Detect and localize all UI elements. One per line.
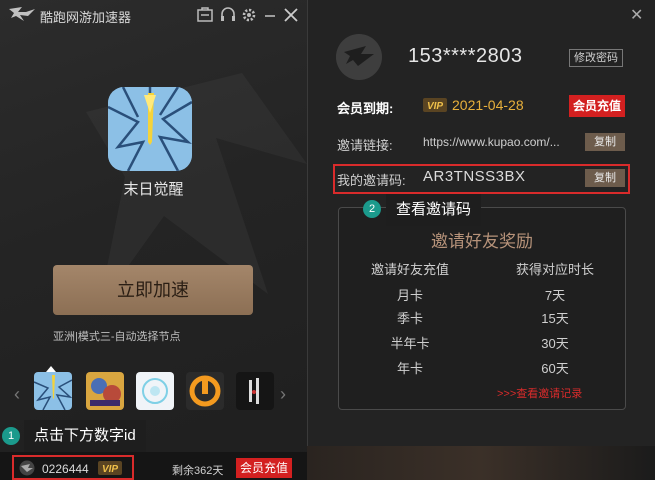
reward-cell: 15天 bbox=[541, 311, 569, 326]
game-icon[interactable] bbox=[108, 87, 192, 171]
gear-icon[interactable] bbox=[240, 6, 258, 24]
reward-cell: 30天 bbox=[541, 336, 569, 351]
minimize-icon[interactable] bbox=[261, 6, 279, 24]
game-thumb-4[interactable] bbox=[186, 372, 224, 410]
reward-header-duration: 获得对应时长 bbox=[515, 262, 594, 277]
game-carousel: ‹ › bbox=[14, 372, 299, 414]
avatar bbox=[336, 34, 382, 80]
background-strip bbox=[307, 446, 655, 480]
game-thumb-1[interactable] bbox=[34, 372, 72, 410]
close-icon[interactable]: ✕ bbox=[630, 5, 643, 25]
svg-text:VIP: VIP bbox=[427, 101, 443, 112]
game-thumb-3[interactable] bbox=[136, 372, 174, 410]
tip-1-number: 1 bbox=[2, 427, 20, 445]
game-thumb-2[interactable] bbox=[86, 372, 124, 410]
reward-cell: 月卡 bbox=[396, 288, 423, 303]
game-name: 末日觉醒 bbox=[123, 181, 184, 198]
copy-link-button[interactable]: 复制 bbox=[585, 133, 625, 151]
tip-1-text: 点击下方数字id bbox=[24, 420, 146, 452]
remaining-days: 剩余362天 bbox=[172, 465, 224, 477]
reward-cell: 半年卡 bbox=[390, 336, 430, 351]
accelerate-button[interactable]: 立即加速 bbox=[53, 265, 253, 315]
reward-cell: 季卡 bbox=[396, 311, 423, 326]
user-avatar-icon bbox=[19, 460, 35, 476]
tip-2-text: 查看邀请码 bbox=[386, 194, 482, 226]
reward-cell: 60天 bbox=[541, 361, 569, 376]
invite-link-label: 邀请链接: bbox=[337, 138, 393, 153]
reward-cell: 年卡 bbox=[396, 361, 423, 376]
expire-date: 2021-04-28 bbox=[452, 97, 524, 113]
user-id[interactable]: 0226444 bbox=[42, 462, 89, 476]
reward-header-recharge: 邀请好友充值 bbox=[370, 262, 449, 277]
expire-label: 会员到期: bbox=[337, 101, 394, 116]
tip-2-number: 2 bbox=[363, 200, 381, 218]
node-selector[interactable]: 亚洲|模式三-自动选择节点 bbox=[53, 328, 181, 344]
vip-badge-icon: VIP bbox=[423, 98, 447, 112]
logo-icon bbox=[9, 7, 35, 21]
chevron-left-icon[interactable]: ‹ bbox=[14, 384, 20, 405]
headset-icon[interactable] bbox=[219, 6, 237, 24]
recharge-button[interactable]: 会员充值 bbox=[569, 95, 625, 117]
recharge-button[interactable]: 会员充值 bbox=[236, 458, 292, 478]
change-password-button[interactable]: 修改密码 bbox=[569, 49, 623, 67]
vip-badge-icon: VIP bbox=[98, 461, 122, 475]
svg-text:VIP: VIP bbox=[102, 464, 118, 475]
message-icon[interactable] bbox=[196, 6, 214, 24]
close-icon[interactable] bbox=[282, 6, 300, 24]
user-phone: 153****2803 bbox=[408, 45, 523, 67]
title-bar[interactable]: 酷跑网游加速器 bbox=[0, 0, 307, 32]
invite-code-label: 我的邀请码: bbox=[337, 173, 406, 188]
invite-code: AR3TNSS3BX bbox=[423, 168, 526, 185]
invite-link: https://www.kupao.com/... bbox=[423, 135, 560, 149]
app-title: 酷跑网游加速器 bbox=[40, 10, 132, 25]
reward-title: 邀请好友奖励 bbox=[431, 232, 533, 251]
invite-record-link[interactable]: >>>查看邀请记录 bbox=[497, 385, 582, 401]
game-thumb-5[interactable] bbox=[236, 372, 274, 410]
copy-code-button[interactable]: 复制 bbox=[585, 169, 625, 187]
reward-cell: 7天 bbox=[544, 288, 566, 303]
chevron-right-icon[interactable]: › bbox=[280, 384, 286, 405]
